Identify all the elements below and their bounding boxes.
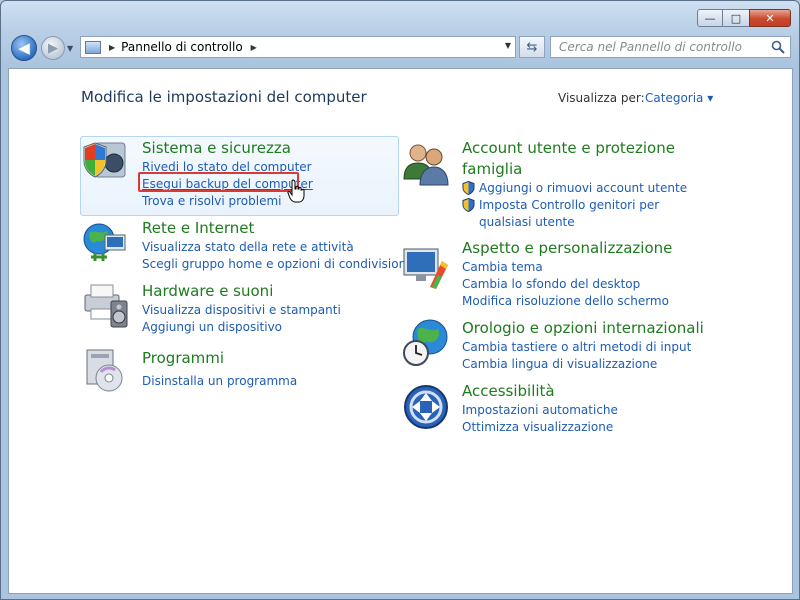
back-button[interactable]: ◀	[11, 35, 37, 61]
category-title[interactable]: Sistema e sicurezza	[142, 138, 313, 159]
content-pane: Modifica le impostazioni del computer Vi…	[8, 68, 793, 594]
category-network-internet: Rete e Internet Visualizza stato della r…	[142, 218, 414, 273]
uac-shield-icon	[462, 181, 475, 195]
monitor-paint-icon	[403, 248, 448, 289]
link-parental-controls[interactable]: Imposta Controllo genitori per qualsiasi…	[462, 197, 702, 231]
search-input[interactable]: Cerca nel Pannello di controllo	[550, 36, 791, 58]
control-panel-window: — □ ✕ ◀ ▶ ▼ ▶ Pannello di controllo ▶ ▼ …	[0, 0, 800, 600]
link-change-background[interactable]: Cambia lo sfondo del desktop	[462, 276, 672, 293]
network-globe-icon	[83, 223, 126, 261]
link-change-theme[interactable]: Cambia tema	[462, 259, 672, 276]
caption-buttons: — □ ✕	[697, 9, 791, 29]
refresh-button[interactable]: ⇆	[519, 36, 545, 58]
category-title[interactable]: Accessibilità	[462, 381, 618, 402]
chevron-right-icon[interactable]: ▶	[251, 43, 257, 52]
link-change-display-language[interactable]: Cambia lingua di visualizzazione	[462, 356, 704, 373]
category-title[interactable]: Account utente e protezione famiglia	[462, 138, 702, 180]
view-by-label: Visualizza per:	[558, 91, 645, 105]
page-title: Modifica le impostazioni del computer	[81, 88, 367, 106]
hand-cursor-icon	[287, 179, 305, 203]
address-bar[interactable]: ▶ Pannello di controllo ▶ ▼	[80, 36, 516, 58]
link-automatic-settings[interactable]: Impostazioni automatiche	[462, 402, 618, 419]
chevron-right-icon[interactable]: ▶	[109, 43, 115, 52]
category-hardware-sound: Hardware e suoni Visualizza dispositivi …	[142, 281, 341, 336]
maximize-button[interactable]: □	[723, 9, 749, 27]
backup-link-highlight-box	[138, 172, 299, 192]
link-text[interactable]: Imposta Controllo genitori per qualsiasi…	[479, 198, 659, 229]
category-title[interactable]: Programmi	[142, 348, 297, 369]
category-programs: Programmi Disinstalla un programma	[142, 348, 297, 390]
category-title[interactable]: Aspetto e personalizzazione	[462, 238, 672, 259]
link-devices-printers[interactable]: Visualizza dispositivi e stampanti	[142, 302, 341, 319]
search-placeholder: Cerca nel Pannello di controllo	[559, 40, 742, 54]
link-add-device[interactable]: Aggiungi un dispositivo	[142, 319, 341, 336]
address-dropdown[interactable]: ▼	[505, 41, 511, 50]
recent-pages-dropdown[interactable]: ▼	[67, 44, 73, 53]
uac-shield-icon	[462, 198, 475, 212]
accessibility-icon	[404, 385, 448, 429]
control-panel-icon	[85, 40, 101, 54]
programs-disc-icon	[86, 349, 123, 392]
category-appearance: Aspetto e personalizzazione Cambia tema …	[462, 238, 672, 310]
users-icon	[403, 144, 449, 186]
search-icon[interactable]	[771, 40, 785, 54]
close-button[interactable]: ✕	[749, 9, 791, 27]
view-by-dropdown[interactable]: Categoria ▾	[645, 91, 713, 105]
category-clock-language: Orologio e opzioni internazionali Cambia…	[462, 318, 704, 373]
breadcrumb[interactable]: Pannello di controllo	[121, 40, 243, 54]
minimize-button[interactable]: —	[697, 9, 723, 27]
globe-clock-icon	[403, 319, 448, 366]
category-accessibility: Accessibilità Impostazioni automatiche O…	[462, 381, 618, 436]
forward-button[interactable]: ▶	[41, 36, 65, 60]
link-add-remove-accounts[interactable]: Aggiungi o rimuovi account utente	[462, 180, 702, 197]
category-title[interactable]: Orologio e opzioni internazionali	[462, 318, 704, 339]
category-user-accounts: Account utente e protezione famiglia Agg…	[462, 138, 702, 231]
shield-pc-icon	[83, 142, 126, 178]
link-network-status[interactable]: Visualizza stato della rete e attività	[142, 239, 414, 256]
category-title[interactable]: Rete e Internet	[142, 218, 414, 239]
link-change-keyboards[interactable]: Cambia tastiere o altri metodi di input	[462, 339, 704, 356]
link-homegroup-sharing[interactable]: Scegli gruppo home e opzioni di condivis…	[142, 256, 414, 273]
category-title[interactable]: Hardware e suoni	[142, 281, 341, 302]
link-screen-resolution[interactable]: Modifica risoluzione dello schermo	[462, 293, 672, 310]
link-text[interactable]: Aggiungi o rimuovi account utente	[479, 181, 687, 195]
link-uninstall-program[interactable]: Disinstalla un programma	[142, 373, 297, 390]
printer-speaker-icon	[84, 284, 128, 328]
link-optimize-display[interactable]: Ottimizza visualizzazione	[462, 419, 618, 436]
